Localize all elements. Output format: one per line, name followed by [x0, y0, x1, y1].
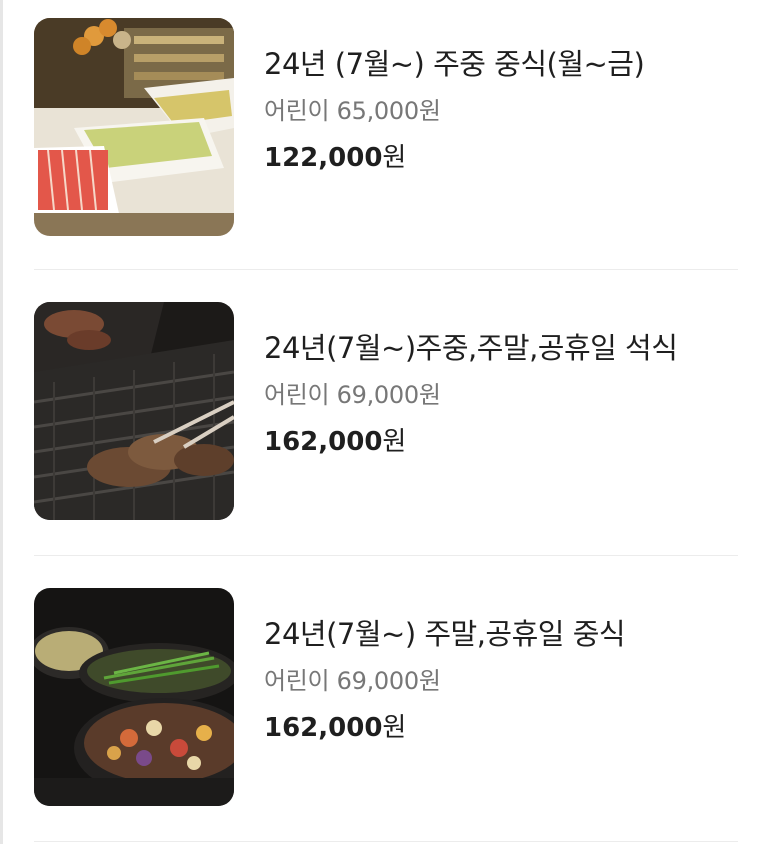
menu-item-info: 24년(7월~) 주말,공휴일 중식 어린이 69,000원 162,000원: [264, 616, 738, 744]
menu-list: 24년 (7월~) 주중 중식(월~금) 어린이 65,000원 122,000…: [34, 0, 738, 842]
grilled-lamb-chops-photo[interactable]: [34, 302, 234, 520]
menu-item-title: 24년 (7월~) 주중 중식(월~금): [264, 47, 645, 81]
menu-item-info: 24년(7월~)주중,주말,공휴일 석식 어린이 69,000원 162,000…: [264, 330, 738, 458]
child-price: 어린이 65,000원: [264, 97, 441, 125]
menu-item[interactable]: 24년 (7월~) 주중 중식(월~금) 어린이 65,000원 122,000…: [34, 0, 738, 270]
fruit-buffet-photo[interactable]: [34, 18, 234, 236]
left-border: [0, 0, 3, 844]
child-price: 어린이 69,000원: [264, 381, 441, 409]
child-price: 어린이 69,000원: [264, 667, 441, 695]
price-number: 162,000: [264, 713, 383, 743]
price-unit: 원: [382, 713, 407, 743]
menu-item-title: 24년(7월~)주중,주말,공휴일 석식: [264, 331, 678, 365]
adult-price: 162,000원: [264, 426, 738, 458]
price-unit: 원: [382, 143, 407, 173]
adult-price: 122,000원: [264, 142, 738, 174]
menu-item[interactable]: 24년(7월~) 주말,공휴일 중식 어린이 69,000원 162,000원: [34, 556, 738, 842]
price-number: 122,000: [264, 143, 383, 173]
adult-price: 162,000원: [264, 712, 738, 744]
price-unit: 원: [382, 427, 407, 457]
price-number: 162,000: [264, 427, 383, 457]
menu-item-title: 24년(7월~) 주말,공휴일 중식: [264, 617, 626, 651]
sauteed-vegetables-pans-photo[interactable]: [34, 588, 234, 806]
menu-item-info: 24년 (7월~) 주중 중식(월~금) 어린이 65,000원 122,000…: [264, 46, 738, 174]
menu-item[interactable]: 24년(7월~)주중,주말,공휴일 석식 어린이 69,000원 162,000…: [34, 270, 738, 556]
menu-page: 24년 (7월~) 주중 중식(월~금) 어린이 65,000원 122,000…: [0, 0, 768, 844]
